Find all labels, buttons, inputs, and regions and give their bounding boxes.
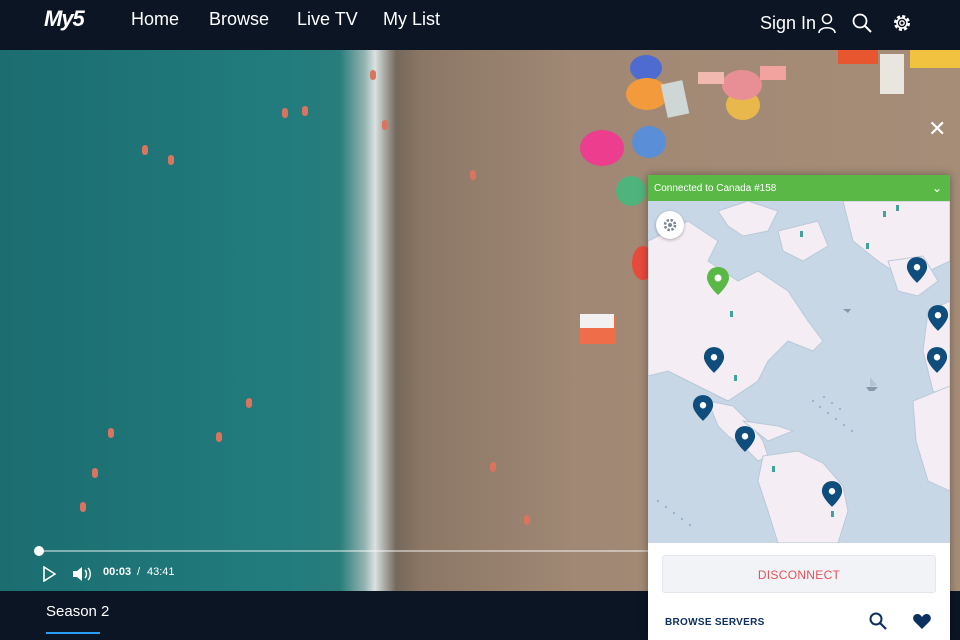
beach-towel [838, 50, 878, 64]
seek-handle[interactable] [34, 546, 44, 556]
beach-towel [580, 314, 614, 328]
location-pin-icon[interactable] [703, 347, 725, 373]
world-map [648, 201, 950, 543]
swimmer [168, 155, 174, 165]
beach-towel [760, 66, 786, 80]
time-separator: / [137, 566, 141, 578]
nav-my-list[interactable]: My List [383, 9, 440, 30]
beach-surf [340, 50, 410, 591]
swimmer [302, 106, 308, 116]
settings-gear-icon[interactable] [891, 12, 913, 34]
duration: 43:41 [147, 566, 175, 578]
beach-umbrella [616, 176, 646, 206]
tab-season-2[interactable]: Season 2 [46, 603, 109, 620]
map-settings-icon [663, 218, 677, 232]
beach-umbrella [580, 130, 624, 166]
swimmer [382, 120, 388, 130]
browse-servers-link[interactable]: BROWSE SERVERS [665, 617, 765, 628]
beach-towel [698, 72, 724, 84]
location-pin-icon[interactable] [692, 395, 714, 421]
active-tab-indicator [46, 632, 100, 634]
close-icon[interactable]: ✕ [928, 116, 946, 142]
nav-home[interactable]: Home [131, 9, 179, 30]
lifeguard-tower [880, 54, 904, 94]
beach-towel [660, 80, 690, 118]
seek-bar[interactable] [40, 550, 650, 552]
beach-umbrella [632, 126, 666, 158]
nav-browse[interactable]: Browse [209, 9, 269, 30]
location-pin-icon[interactable] [706, 267, 730, 295]
volume-icon[interactable] [72, 566, 92, 582]
beachgoer [524, 515, 530, 525]
nav-live-tv[interactable]: Live TV [297, 9, 358, 30]
swimmer [282, 108, 288, 118]
swimmer [370, 70, 376, 80]
play-icon[interactable] [42, 566, 56, 582]
beach-umbrella [722, 70, 762, 100]
location-pin-icon[interactable] [906, 257, 928, 283]
vpn-panel: Connected to Canada #158 ⌄ DISCONNECT BR… [648, 175, 950, 640]
search-icon[interactable] [851, 12, 873, 34]
location-pin-icon[interactable] [926, 347, 948, 373]
vpn-status-bar[interactable]: Connected to Canada #158 [648, 175, 950, 201]
vpn-actions: DISCONNECT BROWSE SERVERS [648, 543, 950, 640]
disconnect-button[interactable]: DISCONNECT [662, 555, 936, 593]
location-pin-icon[interactable] [734, 426, 756, 452]
swimmer [92, 468, 98, 478]
location-pin-icon[interactable] [927, 305, 949, 331]
chevron-down-icon[interactable]: ⌄ [932, 181, 942, 195]
heart-icon[interactable] [912, 611, 932, 631]
top-navigation: My5 Home Browse Live TV My List Sign In [0, 0, 960, 50]
swimmer [142, 145, 148, 155]
swimmer [246, 398, 252, 408]
current-time: 00:03 [103, 566, 132, 578]
beach-umbrella [626, 78, 668, 110]
swimmer [216, 432, 222, 442]
beach-towel [910, 50, 960, 68]
swimmer [108, 428, 114, 438]
app-root: My5 Home Browse Live TV My List Sign In [0, 0, 960, 640]
vpn-status-text: Connected to Canada #158 [654, 183, 777, 194]
location-pin-icon[interactable] [821, 481, 843, 507]
my5-logo[interactable]: My5 [44, 6, 85, 32]
user-icon[interactable] [816, 12, 838, 34]
sign-in-link[interactable]: Sign In [760, 13, 816, 34]
beachgoer [490, 462, 496, 472]
swimmer [80, 502, 86, 512]
search-icon[interactable] [868, 611, 888, 631]
vpn-server-map[interactable] [648, 201, 950, 543]
beachgoer [470, 170, 476, 180]
map-settings-button[interactable] [656, 211, 684, 239]
